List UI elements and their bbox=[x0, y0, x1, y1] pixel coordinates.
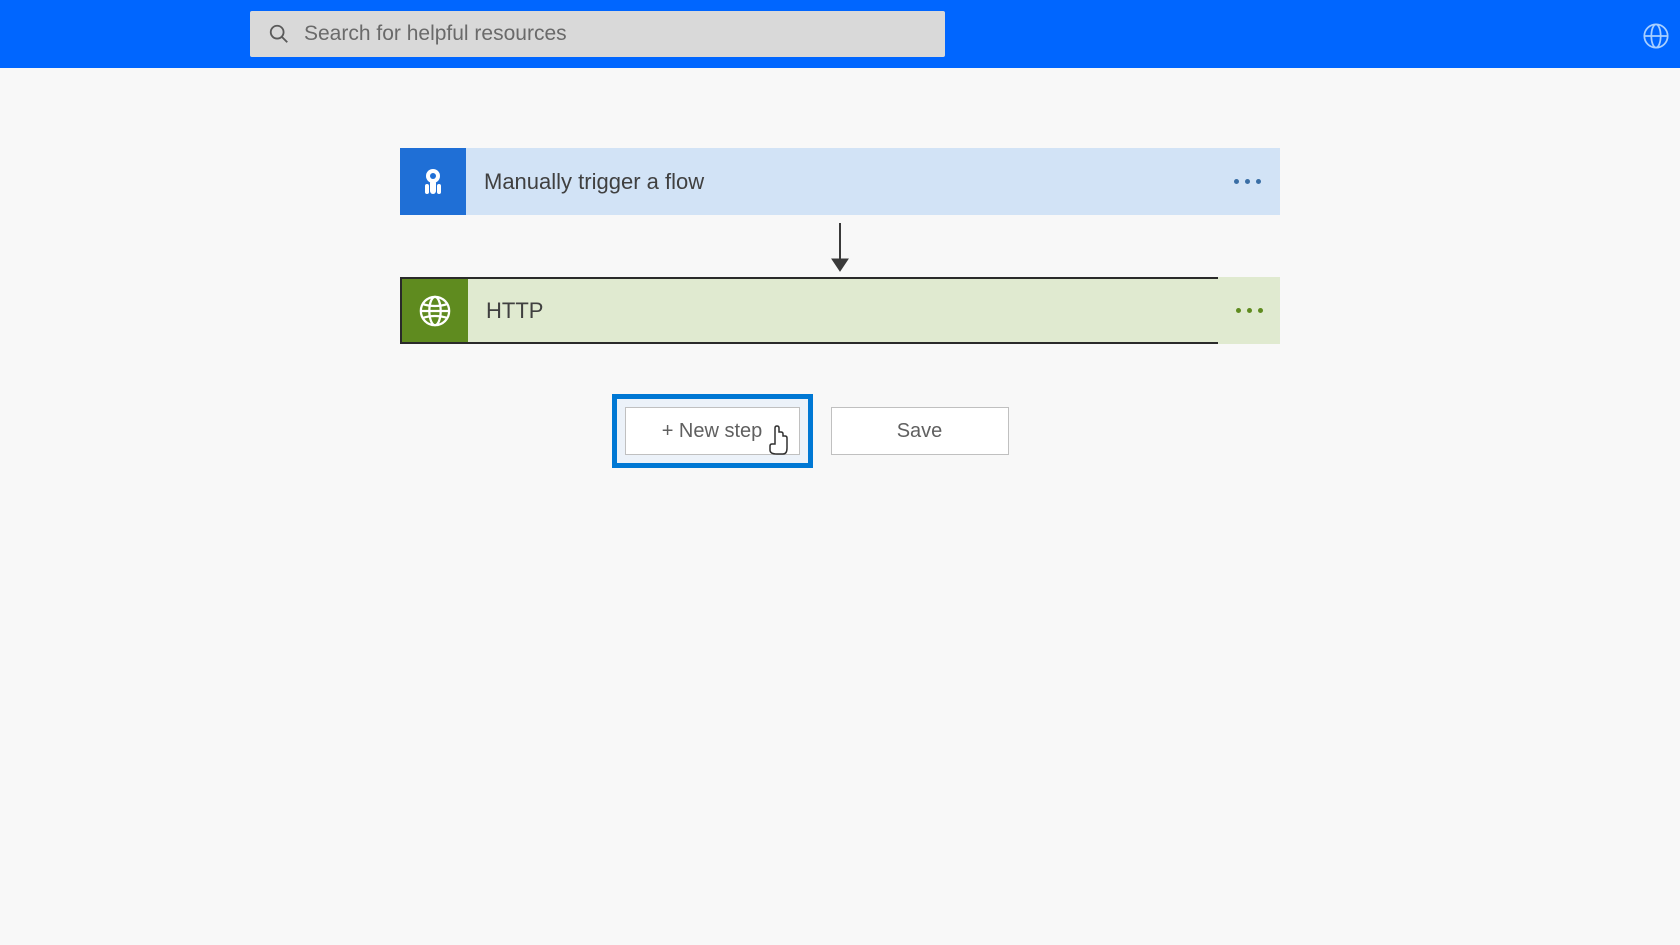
save-button[interactable]: Save bbox=[831, 407, 1009, 455]
http-menu-button[interactable] bbox=[1218, 277, 1280, 344]
trigger-body: Manually trigger a flow bbox=[466, 148, 1214, 215]
manual-trigger-icon bbox=[400, 148, 466, 215]
trigger-title: Manually trigger a flow bbox=[484, 169, 704, 195]
trigger-menu-button[interactable] bbox=[1214, 148, 1280, 215]
new-step-highlight: + New step bbox=[612, 394, 813, 468]
http-globe-icon bbox=[402, 279, 468, 342]
top-header: Search for helpful resources bbox=[0, 0, 1680, 68]
search-icon bbox=[268, 23, 290, 45]
action-buttons: + New step Save bbox=[612, 394, 1009, 468]
ellipsis-icon bbox=[1234, 179, 1261, 184]
trigger-card[interactable]: Manually trigger a flow bbox=[400, 148, 1280, 215]
http-title: HTTP bbox=[486, 298, 543, 324]
http-row: HTTP bbox=[400, 277, 1280, 344]
search-placeholder: Search for helpful resources bbox=[304, 22, 567, 46]
ellipsis-icon bbox=[1236, 308, 1263, 313]
search-box[interactable]: Search for helpful resources bbox=[250, 11, 945, 57]
arrow-down-icon bbox=[826, 221, 854, 273]
http-body: HTTP bbox=[468, 279, 1218, 342]
flow-canvas: Manually trigger a flow bbox=[0, 68, 1680, 468]
http-action-card[interactable]: HTTP bbox=[400, 277, 1220, 344]
new-step-button[interactable]: + New step bbox=[625, 407, 800, 455]
environment-icon[interactable] bbox=[1642, 22, 1670, 50]
connector-arrow bbox=[826, 215, 854, 277]
